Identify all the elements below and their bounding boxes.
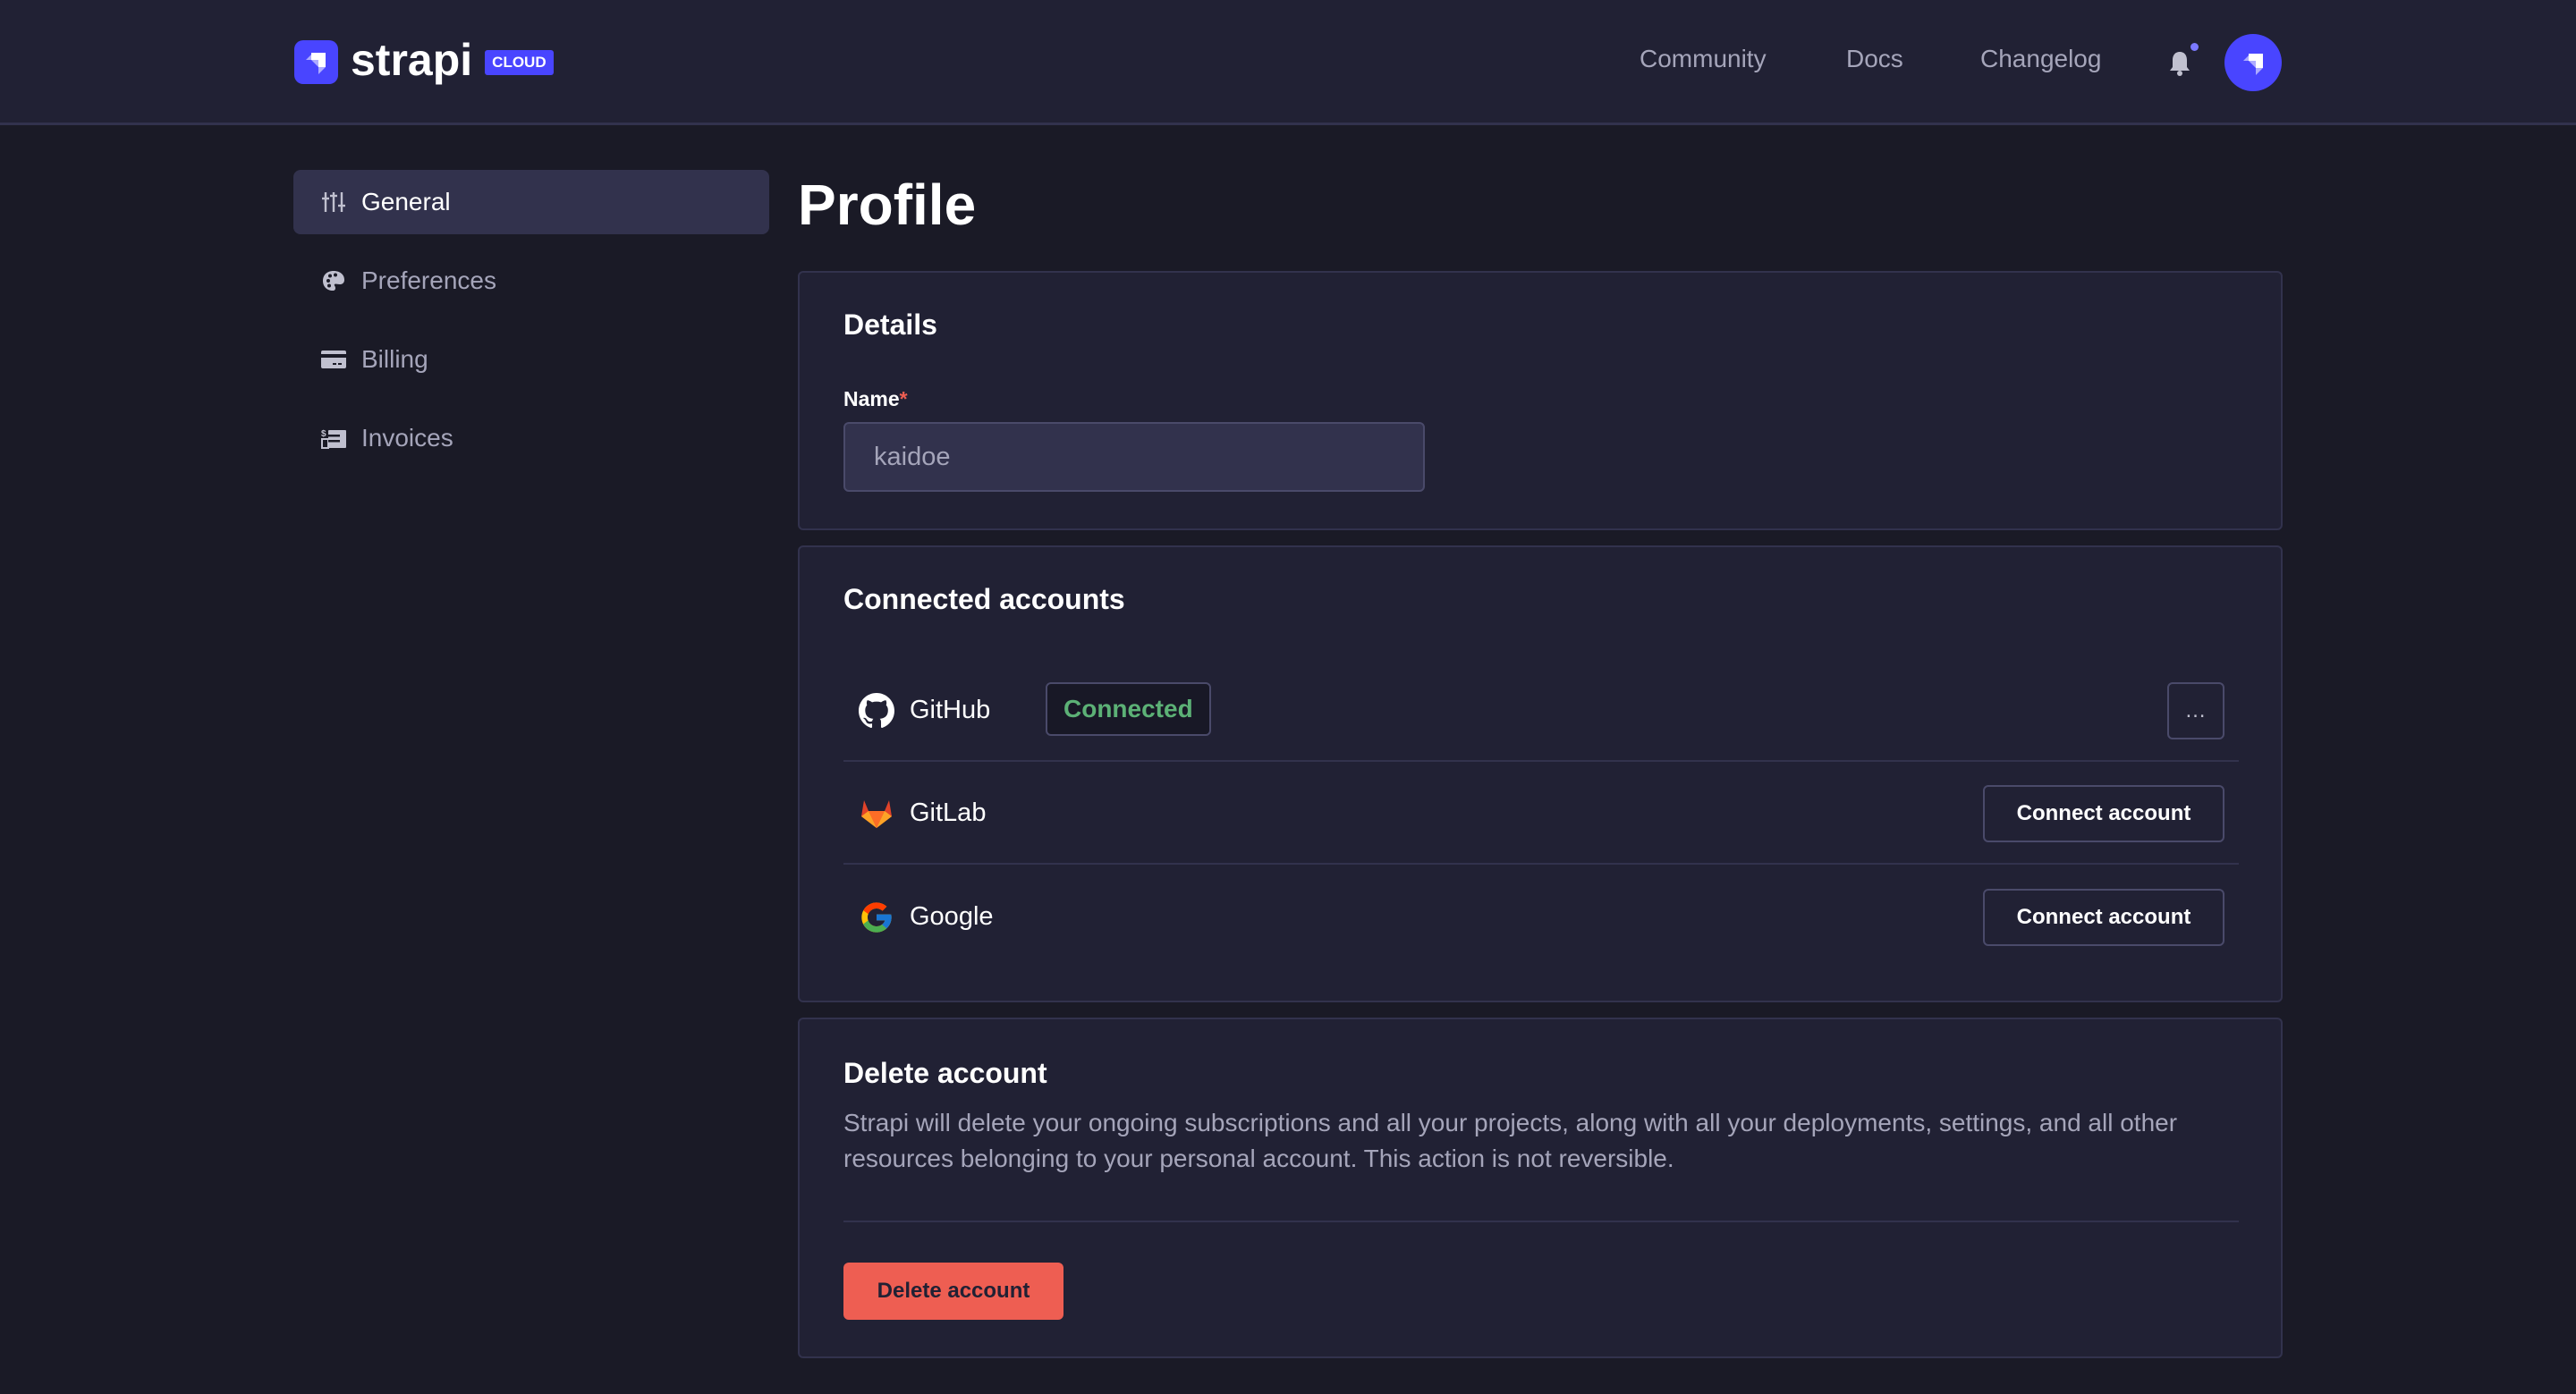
sidebar-item-label: Billing (361, 345, 428, 373)
nav-docs-link[interactable]: Docs (1846, 45, 1903, 73)
notification-dot (2190, 43, 2199, 51)
bell-icon[interactable] (2168, 50, 2191, 81)
sidebar-item-label: General (361, 188, 451, 215)
sidebar-item-billing[interactable]: Billing (293, 327, 769, 392)
account-row-google: Google Connect account (843, 866, 2239, 967)
sidebar-item-preferences[interactable]: Preferences (293, 249, 769, 313)
delete-account-card: Delete account Strapi will delete your o… (798, 1018, 2283, 1358)
cloud-badge: CLOUD (485, 49, 554, 75)
account-row-gitlab: GitLab Connect account (843, 764, 2239, 865)
sidebar-item-label: Invoices (361, 424, 453, 452)
ellipsis-icon: … (2184, 697, 2207, 722)
name-label-text: Name (843, 387, 900, 410)
top-header: strapi CLOUD Community Docs Changelog (0, 0, 2576, 125)
user-avatar[interactable] (2224, 34, 2282, 91)
sidebar-item-label: Preferences (361, 266, 496, 294)
connected-accounts-card: Connected accounts GitHub Connected … Gi… (798, 545, 2283, 1002)
palette-icon (320, 267, 347, 294)
delete-account-button[interactable]: Delete account (843, 1263, 1063, 1320)
invoice-icon: $ (320, 425, 347, 452)
google-icon (858, 899, 895, 936)
delete-account-heading: Delete account (843, 1057, 1047, 1089)
more-options-button[interactable]: … (2167, 681, 2224, 739)
strapi-logo-icon (294, 40, 338, 84)
sidebar-item-invoices[interactable]: $ Invoices (293, 406, 769, 470)
connect-google-button[interactable]: Connect account (1983, 888, 2224, 946)
details-card: Details Name* (798, 271, 2283, 530)
nav-changelog-link[interactable]: Changelog (1980, 45, 2101, 73)
divider (843, 1221, 2239, 1222)
connect-gitlab-button[interactable]: Connect account (1983, 784, 2224, 842)
account-name: Google (910, 902, 994, 931)
brand-name: strapi (351, 34, 473, 85)
nav-community-link[interactable]: Community (1640, 45, 1767, 73)
required-marker: * (899, 387, 908, 410)
account-name: GitLab (910, 798, 987, 827)
svg-text:$: $ (321, 429, 326, 439)
strapi-cloud-logo[interactable]: strapi CLOUD (294, 34, 554, 85)
page-title: Profile (798, 173, 977, 237)
credit-card-icon (320, 346, 347, 373)
name-input[interactable] (843, 422, 1425, 492)
github-icon (858, 692, 895, 730)
account-row-github: GitHub Connected … (843, 661, 2239, 762)
delete-account-description: Strapi will delete your ongoing subscrip… (843, 1109, 2178, 1172)
sidebar-item-general[interactable]: General (293, 170, 769, 234)
gitlab-icon (858, 795, 895, 832)
account-name: GitHub (910, 696, 991, 724)
sliders-icon (320, 189, 347, 215)
name-label: Name* (843, 387, 908, 411)
connected-status-badge: Connected (1046, 682, 1211, 736)
details-heading: Details (843, 308, 937, 341)
connected-accounts-heading: Connected accounts (843, 583, 1125, 615)
